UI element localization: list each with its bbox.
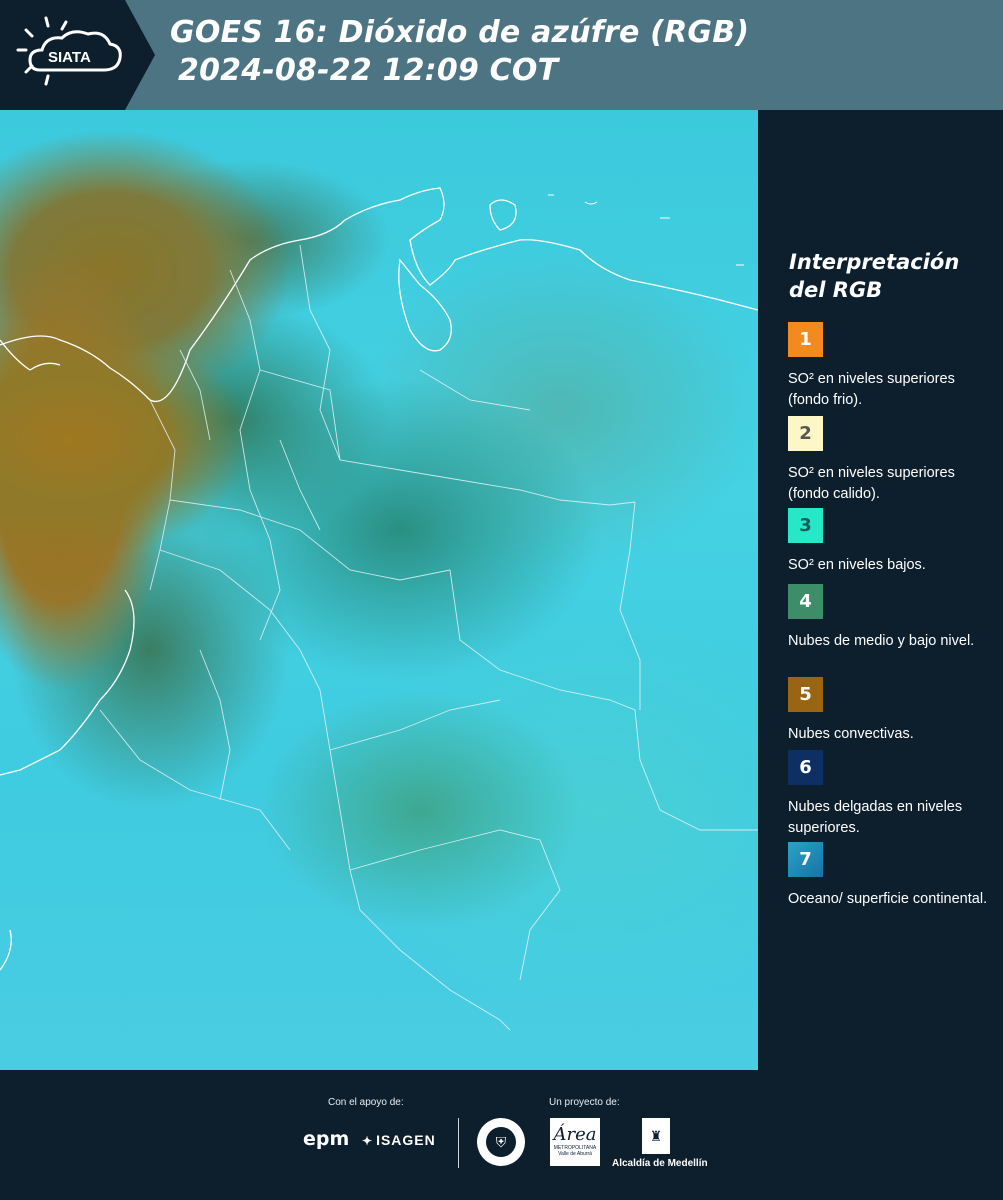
legend-item-1: 1 SO² en niveles superiores (fondo frio)… — [788, 322, 988, 411]
legend-item-6: 6 Nubes delgadas en niveles superiores. — [788, 750, 988, 839]
satellite-map[interactable] — [0, 110, 758, 1070]
legend-panel: Interpretación del RGB 1 SO² en niveles … — [758, 110, 1003, 1070]
area-logo-subtext: METROPOLITANA Valle de Aburrá — [553, 1145, 597, 1157]
alcaldia-logo-text: Alcaldía de Medellín — [612, 1158, 708, 1169]
siata-logo-text: SIATA — [48, 49, 91, 66]
isagen-text: ISAGEN — [376, 1132, 436, 1148]
legend-swatch-2: 2 — [788, 416, 823, 451]
siata-logo: SIATA — [0, 0, 155, 110]
title-line1: GOES 16: Dióxido de azúfre (RGB) — [170, 15, 750, 50]
legend-title: Interpretación del RGB — [789, 250, 960, 302]
coastline-lines — [0, 187, 758, 971]
legend-swatch-4: 4 — [788, 584, 823, 619]
area-metropolitana-logo: Área METROPOLITANA Valle de Aburrá — [550, 1118, 600, 1166]
legend-item-2: 2 SO² en niveles superiores (fondo calid… — [788, 416, 988, 505]
legend-item-3: 3 SO² en niveles bajos. — [788, 508, 988, 576]
title-timestamp: 2024-08-22 12:09 COT — [178, 53, 559, 88]
legend-item-7: 7 Oceano/ superficie continental. — [788, 842, 988, 910]
alcaldia-emblem-icon: ♜ — [642, 1118, 670, 1154]
epm-logo: epm — [303, 1128, 350, 1150]
medellin-seal: ⛨ — [477, 1118, 525, 1166]
isagen-mark-icon: ✦ — [362, 1134, 374, 1148]
shield-icon: ⛨ — [486, 1127, 516, 1157]
border-overlay — [0, 187, 758, 1031]
footer: Con el apoyo de: Un proyecto de: epm ✦ IS… — [0, 1070, 1003, 1200]
project-label: Un proyecto de: — [549, 1097, 620, 1108]
area-logo-text: Área — [553, 1124, 597, 1145]
legend-label-7: Oceano/ superficie continental. — [788, 891, 988, 907]
legend-swatch-1: 1 — [788, 322, 823, 357]
legend-swatch-6: 6 — [788, 750, 823, 785]
legend-item-4: 4 Nubes de medio y bajo nivel. — [788, 584, 988, 652]
isagen-logo: ✦ ISAGEN — [362, 1132, 436, 1148]
legend-swatch-5: 5 — [788, 677, 823, 712]
legend-swatch-3: 3 — [788, 508, 823, 543]
legend-label-6: Nubes delgadas en niveles superiores. — [788, 799, 963, 836]
support-label: Con el apoyo de: — [328, 1097, 404, 1108]
department-borders — [99, 244, 758, 1031]
legend-label-4: Nubes de medio y bajo nivel. — [788, 633, 975, 649]
page-title: GOES 16: Dióxido de azúfre (RGB) 2024-08… — [170, 14, 749, 90]
legend-swatch-7: 7 — [788, 842, 823, 877]
footer-divider — [458, 1118, 459, 1168]
legend-label-1: SO² en niveles superiores (fondo frio). — [788, 371, 955, 408]
legend-item-5: 5 Nubes convectivas. — [788, 677, 988, 745]
legend-label-5: Nubes convectivas. — [788, 726, 914, 742]
legend-label-2: SO² en niveles superiores (fondo calido)… — [788, 465, 955, 502]
legend-label-3: SO² en niveles bajos. — [788, 557, 926, 573]
header-bar: SIATA GOES 16: Dióxido de azúfre (RGB) 2… — [0, 0, 1003, 110]
